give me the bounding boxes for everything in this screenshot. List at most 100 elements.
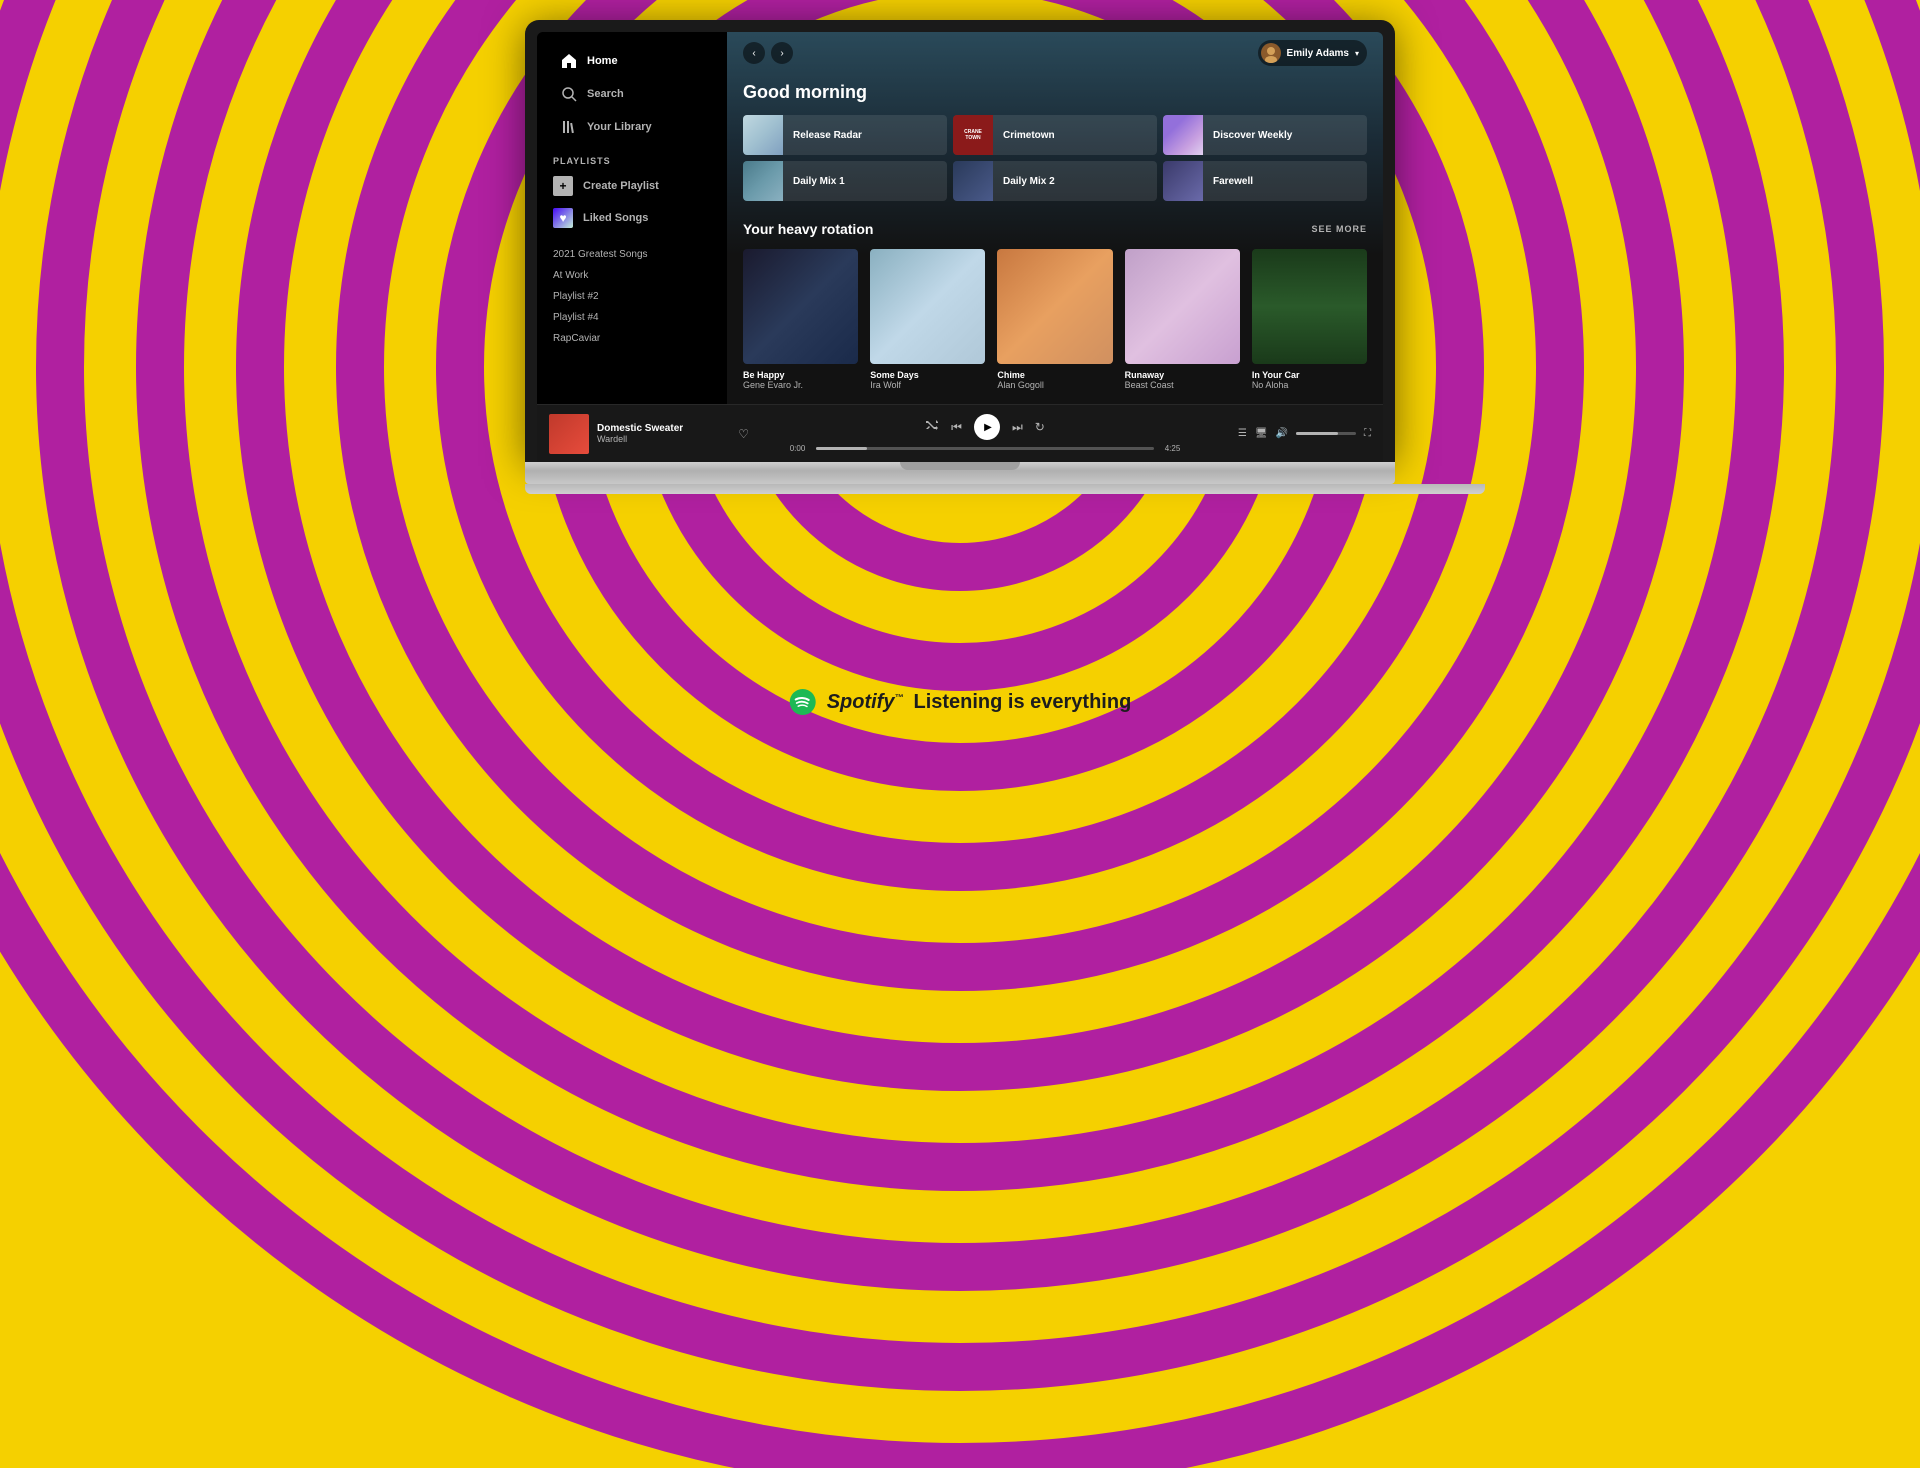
spotify-logo-icon <box>789 688 817 716</box>
brand-tagline: Listening is everything <box>913 691 1131 714</box>
section-header: Your heavy rotation SEE MORE <box>743 221 1367 237</box>
forward-button[interactable]: › <box>771 42 793 64</box>
content-area: Good morning Release Radar <box>727 74 1383 404</box>
sidebar: Home Search <box>537 32 727 404</box>
track-artist: Wardell <box>597 434 730 444</box>
see-more-button[interactable]: SEE MORE <box>1311 224 1367 234</box>
repeat-button[interactable]: ↻ <box>1035 420 1045 434</box>
greeting-text: Good morning <box>743 82 1367 103</box>
playlist-item-3[interactable]: Playlist #4 <box>537 307 727 328</box>
rotation-artist-1: Ira Wolf <box>870 380 985 390</box>
brand-name: Spotify™ <box>827 691 904 714</box>
devices-button[interactable]: 🖥 <box>1255 428 1268 439</box>
playlist-item-1[interactable]: At Work <box>537 265 727 286</box>
sidebar-item-library[interactable]: Your Library <box>545 111 719 143</box>
sidebar-item-search[interactable]: Search <box>545 78 719 110</box>
current-time: 0:00 <box>785 444 810 453</box>
library-icon <box>561 119 577 135</box>
volume-icon[interactable]: 🔊 <box>1276 428 1288 439</box>
avatar <box>1261 43 1281 63</box>
queue-button[interactable]: ☰ <box>1238 428 1247 439</box>
laptop-foot <box>525 484 1485 494</box>
total-time: 4:25 <box>1160 444 1185 453</box>
rotation-art-1 <box>870 249 985 364</box>
sidebar-item-home[interactable]: Home <box>545 45 719 77</box>
rotation-artist-2: Alan Gogoll <box>997 380 1112 390</box>
progress-track[interactable] <box>816 447 1154 450</box>
volume-fill <box>1296 432 1338 435</box>
quick-title-1: Crimetown <box>993 130 1065 141</box>
section-title: Your heavy rotation <box>743 221 873 237</box>
rotation-title-2: Chime <box>997 370 1112 380</box>
prev-button[interactable]: ⏮ <box>951 420 962 435</box>
like-button[interactable]: ♡ <box>738 427 749 441</box>
rotation-art-3 <box>1125 249 1240 364</box>
rotation-item-3[interactable]: Runaway Beast Coast <box>1125 249 1240 390</box>
quick-picks-grid: Release Radar CRANETOWN <box>743 115 1367 201</box>
player-controls: ⏮ ▶ ⏭ ↻ 0:00 4:25 <box>757 414 1213 453</box>
volume-track[interactable] <box>1296 432 1356 435</box>
quick-title-2: Discover Weekly <box>1203 130 1302 141</box>
laptop: Home Search <box>525 20 1395 494</box>
playlist-item-2[interactable]: Playlist #2 <box>537 286 727 307</box>
playlist-item-4[interactable]: RapCaviar <box>537 328 727 349</box>
quick-art-5 <box>1163 161 1203 201</box>
top-bar: ‹ › Emily Adams ▾ <box>727 32 1383 74</box>
quick-art-0 <box>743 115 783 155</box>
back-button[interactable]: ‹ <box>743 42 765 64</box>
quick-item-5[interactable]: Farewell <box>1163 161 1367 201</box>
laptop-notch <box>900 462 1020 470</box>
nav-buttons: ‹ › <box>743 42 793 64</box>
laptop-screen: Home Search <box>525 20 1395 462</box>
rotation-art-2 <box>997 249 1112 364</box>
quick-title-4: Daily Mix 2 <box>993 176 1065 187</box>
rotation-title-0: Be Happy <box>743 370 858 380</box>
quick-title-5: Farewell <box>1203 176 1263 187</box>
player-bar: Domestic Sweater Wardell ♡ <box>537 404 1383 462</box>
progress-fill <box>816 447 867 450</box>
now-playing-art <box>549 414 589 454</box>
play-icon: ▶ <box>984 422 992 433</box>
rotation-artist-3: Beast Coast <box>1125 380 1240 390</box>
next-button[interactable]: ⏭ <box>1012 420 1023 435</box>
now-playing: Domestic Sweater Wardell ♡ <box>549 414 749 454</box>
create-playlist-button[interactable]: + Create Playlist <box>537 170 727 202</box>
quick-art-2 <box>1163 115 1203 155</box>
quick-art-3 <box>743 161 783 201</box>
quick-item-4[interactable]: Daily Mix 2 <box>953 161 1157 201</box>
home-icon <box>561 53 577 69</box>
user-name: Emily Adams <box>1287 48 1349 59</box>
now-playing-info: Domestic Sweater Wardell <box>597 423 730 444</box>
quick-item-1[interactable]: CRANETOWN Crimetown <box>953 115 1157 155</box>
player-extras: ☰ 🖥 🔊 ⛶ <box>1221 428 1371 439</box>
rotation-item-2[interactable]: Chime Alan Gogoll <box>997 249 1112 390</box>
app-window: Home Search <box>537 32 1383 462</box>
playlists-label: PLAYLISTS <box>537 148 727 170</box>
quick-title-0: Release Radar <box>783 130 872 141</box>
plus-icon-box: + <box>553 176 573 196</box>
quick-item-0[interactable]: Release Radar <box>743 115 947 155</box>
branding: Spotify™ Listening is everything <box>789 688 1132 716</box>
rotation-grid: Be Happy Gene Evaro Jr. Some Days Ira Wo… <box>743 249 1367 390</box>
rotation-art-4 <box>1252 249 1367 364</box>
progress-bar: 0:00 4:25 <box>785 444 1185 453</box>
sidebar-nav: Home Search <box>537 40 727 148</box>
search-icon <box>561 86 577 102</box>
user-menu[interactable]: Emily Adams ▾ <box>1258 40 1367 66</box>
liked-songs-button[interactable]: ♥ Liked Songs <box>537 202 727 234</box>
play-button[interactable]: ▶ <box>974 414 1000 440</box>
rotation-item-1[interactable]: Some Days Ira Wolf <box>870 249 985 390</box>
quick-art-1: CRANETOWN <box>953 115 993 155</box>
fullscreen-button[interactable]: ⛶ <box>1364 428 1371 439</box>
control-buttons: ⏮ ▶ ⏭ ↻ <box>925 414 1045 440</box>
rotation-art-0 <box>743 249 858 364</box>
playlist-item-0[interactable]: 2021 Greatest Songs <box>537 244 727 265</box>
quick-item-2[interactable]: Discover Weekly <box>1163 115 1367 155</box>
heart-icon-box: ♥ <box>553 208 573 228</box>
main-content: ‹ › Emily Adams ▾ <box>727 32 1383 404</box>
rotation-item-0[interactable]: Be Happy Gene Evaro Jr. <box>743 249 858 390</box>
quick-item-3[interactable]: Daily Mix 1 <box>743 161 947 201</box>
rotation-artist-0: Gene Evaro Jr. <box>743 380 858 390</box>
rotation-item-4[interactable]: In Your Car No Aloha <box>1252 249 1367 390</box>
shuffle-button[interactable] <box>925 419 939 436</box>
